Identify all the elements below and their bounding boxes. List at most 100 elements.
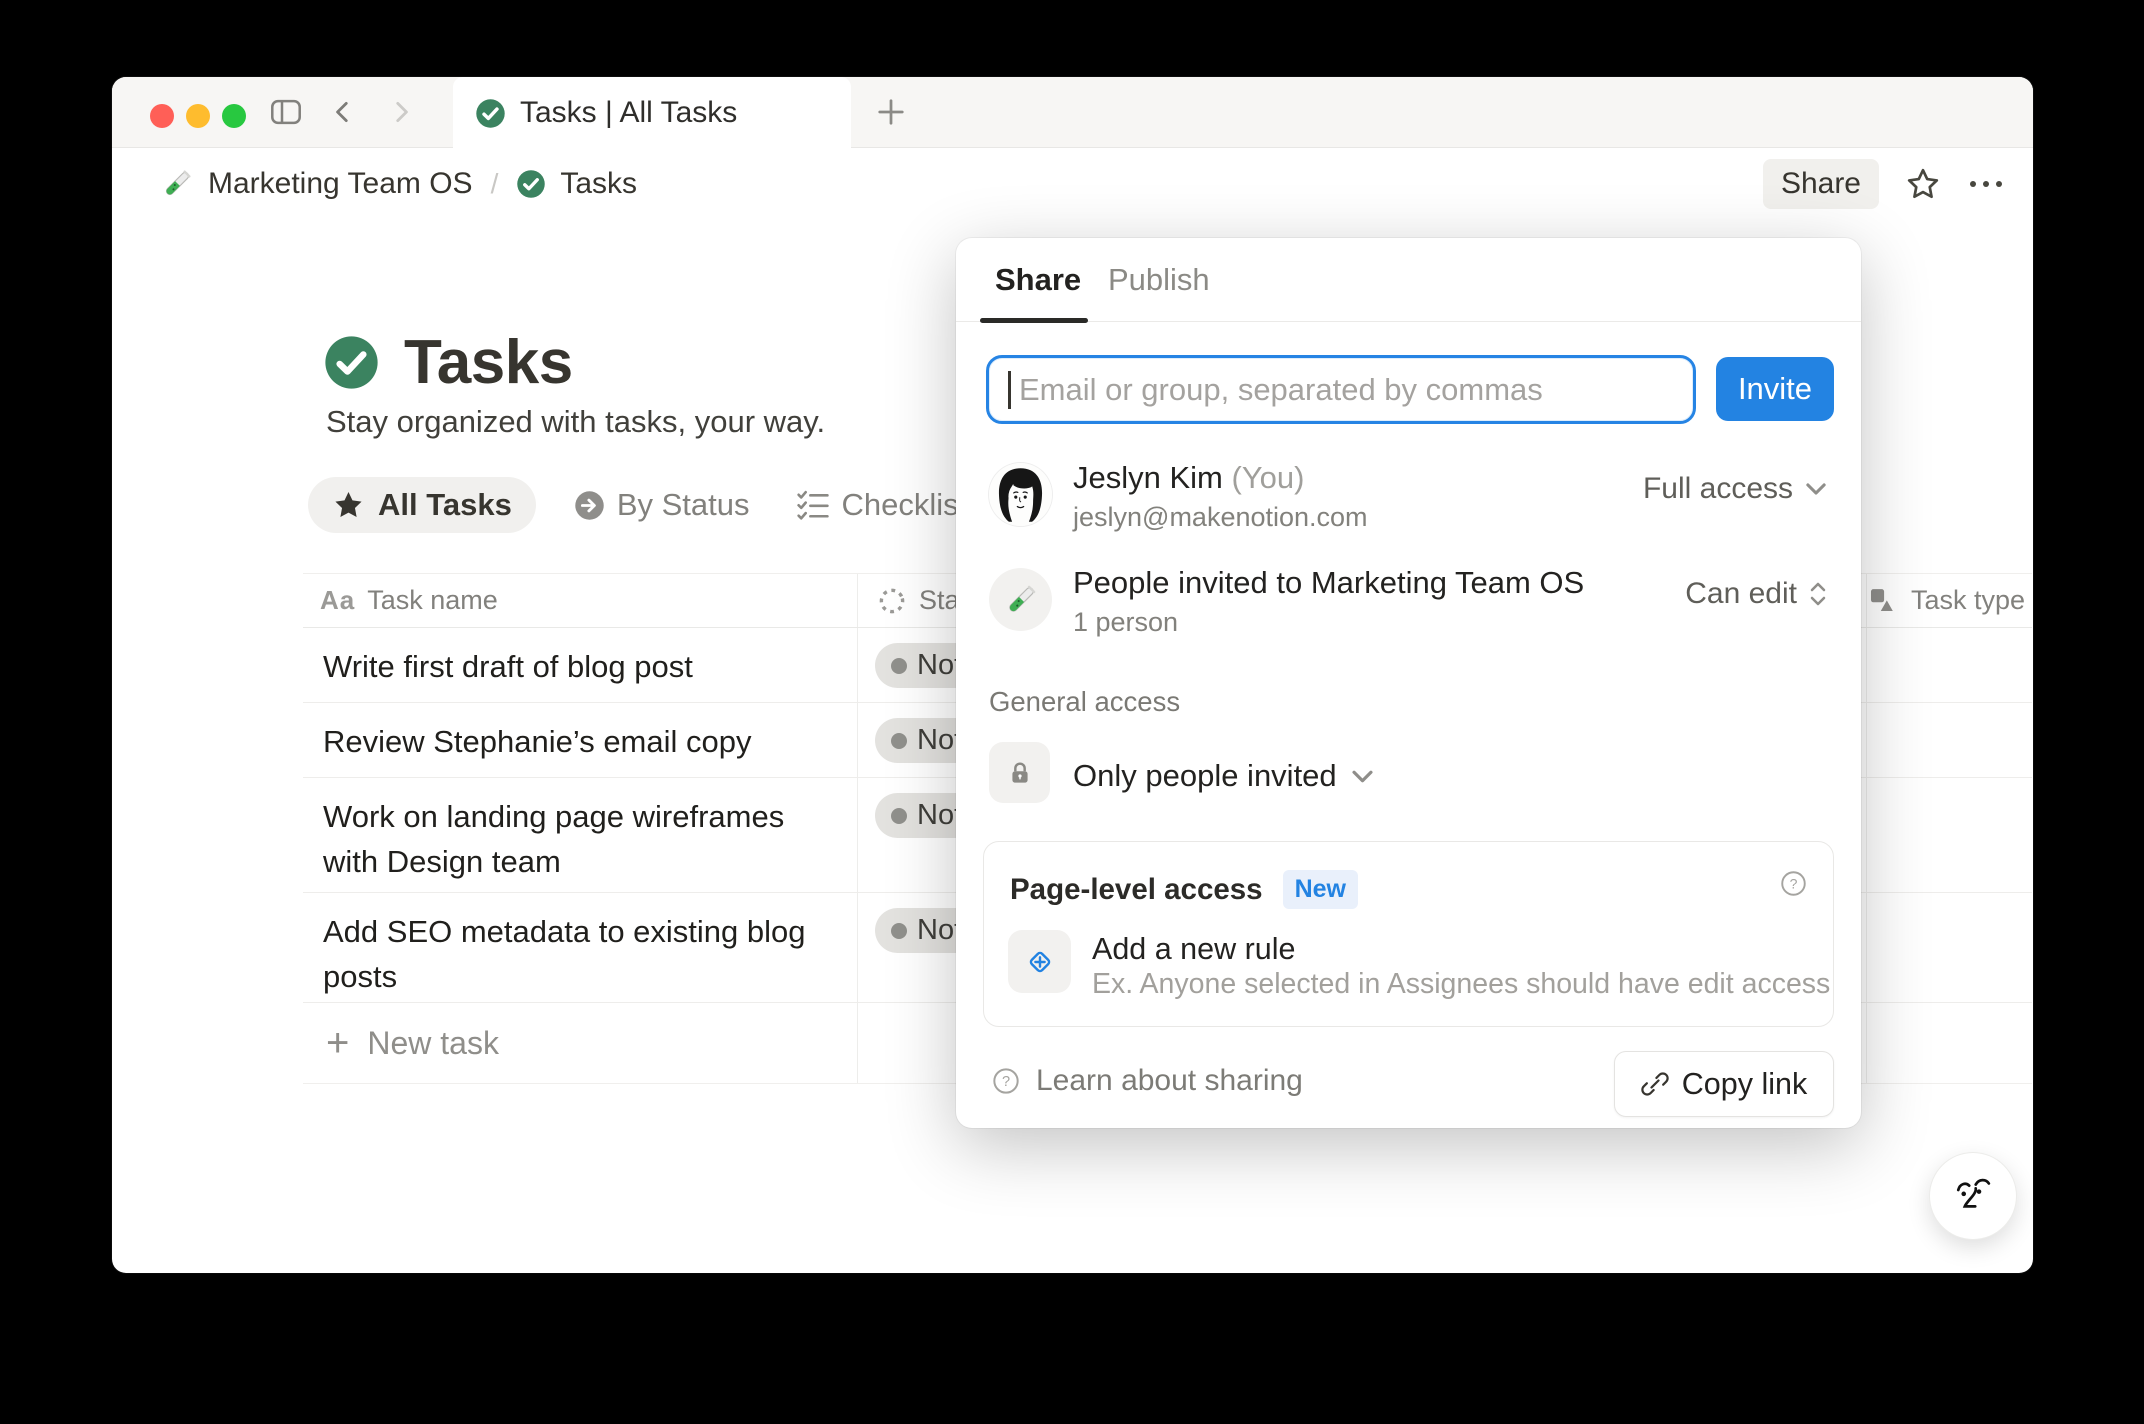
view-tab-label: Checklist (841, 487, 968, 522)
arrow-circle-icon (575, 490, 604, 520)
column-header-task-name[interactable]: Aa Task name (320, 574, 498, 627)
close-window-button[interactable] (150, 104, 174, 128)
minimize-window-button[interactable] (186, 104, 210, 128)
group-name: People invited to Marketing Team OS (1073, 565, 1585, 600)
task-name[interactable]: Work on landing page wireframes with Des… (323, 795, 843, 885)
nav-forward-icon[interactable] (388, 99, 414, 125)
view-tab-checklist[interactable]: Checklist (788, 487, 976, 523)
add-rule-title[interactable]: Add a new rule (1092, 932, 1295, 967)
tab-favicon-check-icon (475, 98, 506, 129)
view-tabs: All Tasks By Status Checklist (308, 477, 975, 533)
notion-window: Tasks | All Tasks Marketing Team OS / Ta… (112, 77, 2033, 1273)
person-you-suffix: (You) (1231, 460, 1305, 495)
invite-email-input[interactable] (986, 355, 1696, 424)
breadcrumb-page[interactable]: Tasks (560, 167, 637, 201)
favorite-star-icon[interactable] (1905, 166, 1941, 202)
text-property-icon: Aa (320, 585, 356, 615)
page-level-access-title-row: Page-level access New (1010, 870, 1358, 909)
status-dot-icon (891, 732, 907, 749)
view-tab-by-status[interactable]: By Status (566, 487, 758, 523)
avatar-illustration (989, 463, 1052, 526)
page-check-icon (516, 169, 546, 199)
person-name-row: Jeslyn Kim (You) (1073, 460, 1304, 496)
nav-back-icon[interactable] (330, 99, 356, 125)
column-label: Task name (367, 585, 498, 615)
group-member-count: 1 person (1073, 607, 1179, 637)
shapes-icon (1870, 589, 1896, 613)
chevron-down-icon (1349, 763, 1376, 790)
share-dialog: Share Publish Invite Jeslyn Kim (956, 238, 1861, 1128)
window-titlebar: Tasks | All Tasks (112, 77, 2033, 149)
page-subtitle: Stay organized with tasks, your way. (326, 404, 826, 439)
tab-title: Tasks | All Tasks (520, 96, 738, 129)
topbar-actions: Share (1762, 148, 2005, 220)
person-email: jeslyn@makenotion.com (1073, 502, 1368, 532)
more-options-icon[interactable] (1967, 177, 2005, 191)
link-icon (1641, 1072, 1669, 1096)
plus-icon: + (326, 1021, 350, 1065)
view-tab-label: By Status (616, 487, 750, 522)
new-badge: New (1282, 870, 1358, 909)
star-icon (335, 491, 362, 517)
learn-label: Learn about sharing (1036, 1064, 1303, 1097)
dialog-tab-share[interactable]: Share (995, 262, 1081, 298)
person-name: Jeslyn Kim (1073, 460, 1223, 495)
active-browser-tab[interactable]: Tasks | All Tasks (453, 77, 851, 149)
help-icon (992, 1067, 1020, 1095)
page-level-access-title: Page-level access (1010, 872, 1263, 906)
column-label: Task type (1911, 585, 2026, 615)
active-tab-underline (980, 318, 1088, 323)
user-avatar (989, 463, 1052, 526)
page-level-access-box: Page-level access New Add a new rule Ex.… (983, 841, 1834, 1027)
status-dot-icon (891, 807, 907, 824)
status-dot-icon (891, 922, 907, 939)
breadcrumb-separator: / (490, 168, 499, 199)
page-title-check-icon (323, 334, 380, 391)
general-access-dropdown[interactable]: Only people invited (1073, 758, 1376, 794)
share-dialog-header: Share Publish (956, 238, 1861, 323)
general-access-tile (989, 742, 1050, 803)
chevron-updown-icon (1807, 578, 1829, 610)
access-level-label: Full access (1642, 472, 1793, 505)
task-name[interactable]: Write first draft of blog post (323, 645, 843, 690)
new-task-label: New task (367, 1024, 499, 1061)
notion-face-icon (1956, 1178, 1991, 1208)
task-name[interactable]: Review Stephanie’s email copy (323, 720, 843, 765)
invite-button[interactable]: Invite (1716, 357, 1834, 421)
zoom-window-button[interactable] (222, 104, 246, 128)
view-tab-label: All Tasks (378, 487, 512, 522)
copy-link-label: Copy link (1681, 1066, 1808, 1101)
access-level-label: Can edit (1685, 577, 1797, 610)
task-name[interactable]: Add SEO metadata to existing blog posts (323, 910, 843, 1000)
status-spinner-icon (879, 588, 905, 613)
text-caret (1008, 371, 1011, 409)
breadcrumb-workspace[interactable]: Marketing Team OS (208, 167, 473, 201)
testtube-icon (1003, 582, 1039, 618)
workspace-testtube-icon (160, 167, 194, 201)
general-access-label: General access (989, 686, 1181, 717)
chevron-down-icon (1803, 476, 1829, 502)
breadcrumb: Marketing Team OS / Tasks (160, 148, 637, 220)
page-title-row: Tasks (323, 327, 573, 398)
dialog-tab-publish[interactable]: Publish (1108, 262, 1210, 298)
new-tab-icon[interactable] (876, 97, 906, 127)
lock-icon (1011, 762, 1028, 783)
page-title: Tasks (404, 328, 573, 397)
help-icon[interactable] (1780, 870, 1807, 897)
copy-link-button[interactable]: Copy link (1614, 1051, 1834, 1117)
column-header-task-type[interactable]: Task type (1868, 574, 2025, 627)
learn-about-sharing-link[interactable]: Learn about sharing (992, 1064, 1303, 1098)
sidebar-toggle-icon[interactable] (270, 98, 302, 126)
diamond-plus-icon (1029, 951, 1050, 972)
view-tab-all-tasks[interactable]: All Tasks (308, 477, 536, 533)
access-dropdown-can-edit[interactable]: Can edit (1685, 577, 1829, 611)
checklist-icon (796, 490, 829, 520)
add-rule-tile[interactable] (1008, 930, 1071, 993)
general-access-value: Only people invited (1073, 758, 1337, 793)
share-button[interactable]: Share (1762, 159, 1879, 209)
add-rule-hint: Ex. Anyone selected in Assignees should … (1092, 968, 1831, 1000)
notion-face-button[interactable] (1930, 1153, 2016, 1239)
access-dropdown-full-access[interactable]: Full access (1643, 472, 1829, 506)
group-avatar (989, 568, 1052, 631)
status-dot-icon (891, 657, 907, 674)
